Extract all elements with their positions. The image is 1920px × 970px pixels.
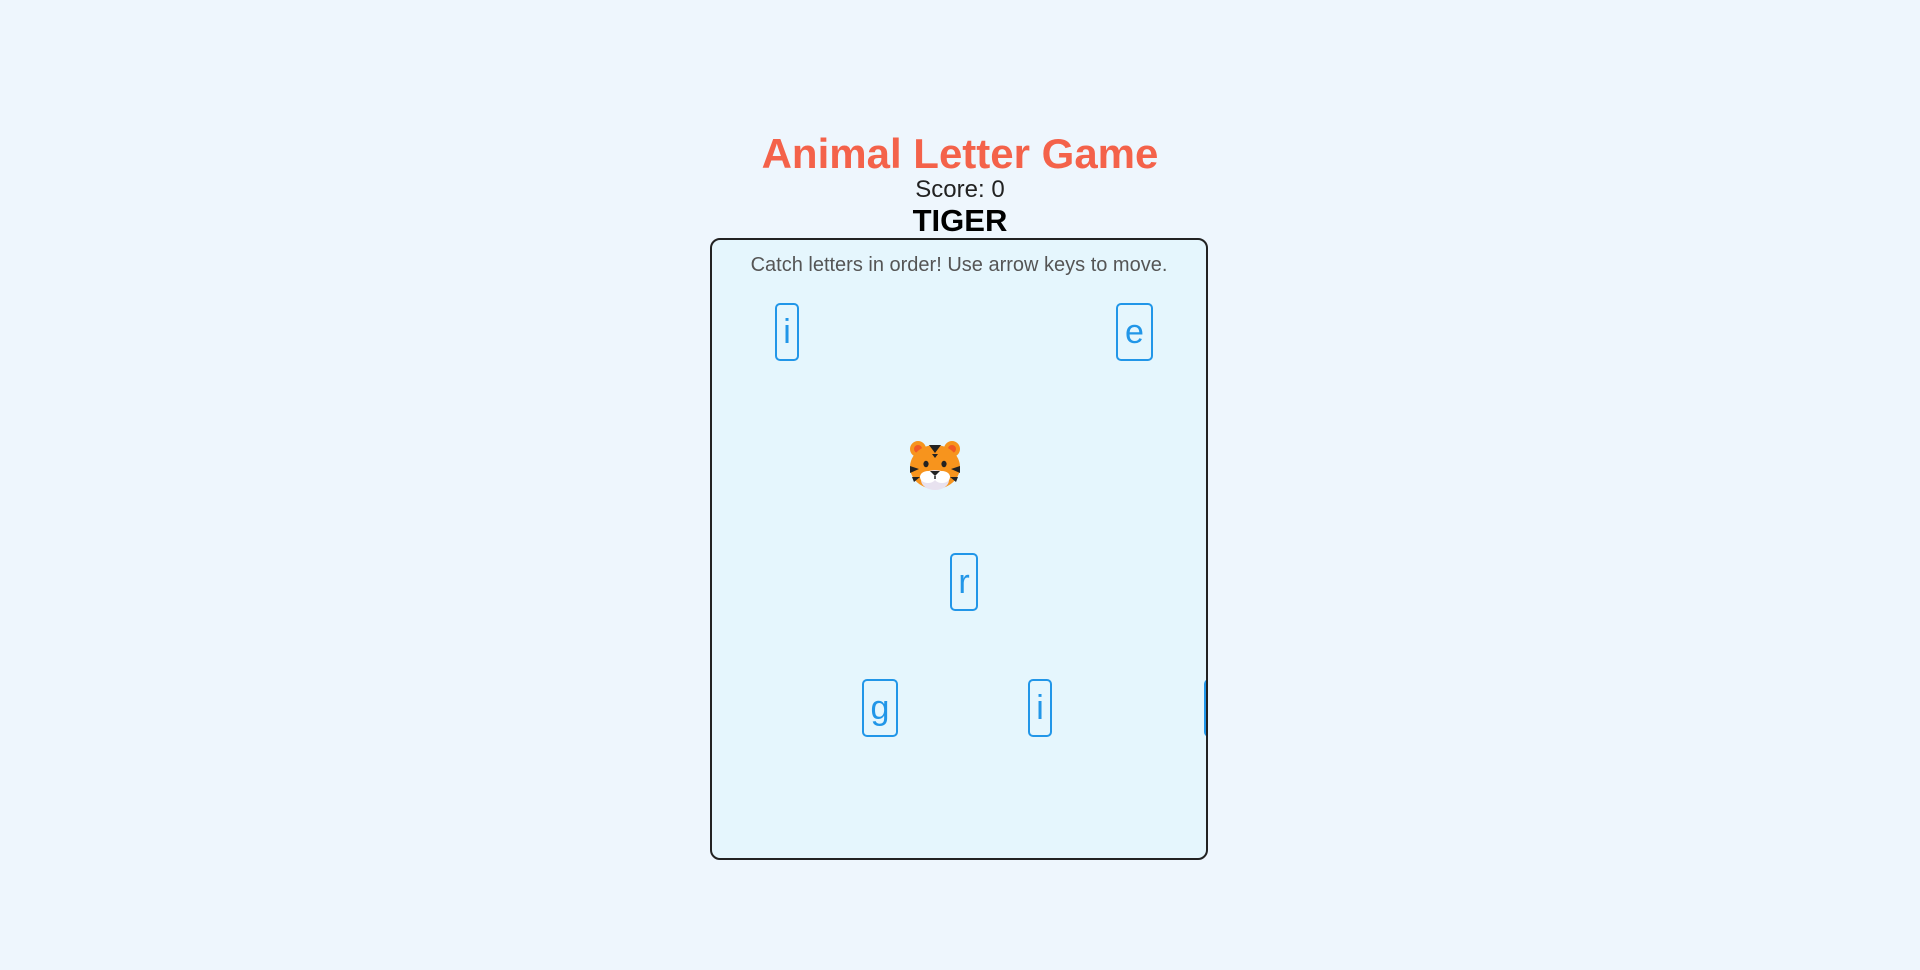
falling-letter[interactable]: i (775, 303, 799, 361)
tiger-face-icon[interactable] (908, 440, 962, 492)
falling-letter[interactable] (1204, 679, 1206, 737)
game-title: Animal Letter Game (761, 130, 1159, 177)
score-display: Score: 0 (915, 176, 1005, 203)
falling-letter[interactable]: r (950, 553, 978, 611)
instructions-text: Catch letters in order! Use arrow keys t… (750, 254, 1168, 276)
target-word: TIGER (912, 203, 1008, 238)
game-board[interactable]: Catch letters in order! Use arrow keys t… (710, 238, 1208, 860)
falling-letter[interactable]: g (862, 679, 898, 737)
falling-letter[interactable]: e (1116, 303, 1153, 361)
falling-letter[interactable]: i (1028, 679, 1052, 737)
game-page: Animal Letter Game Score: 0 TIGER Catch … (0, 0, 1920, 970)
